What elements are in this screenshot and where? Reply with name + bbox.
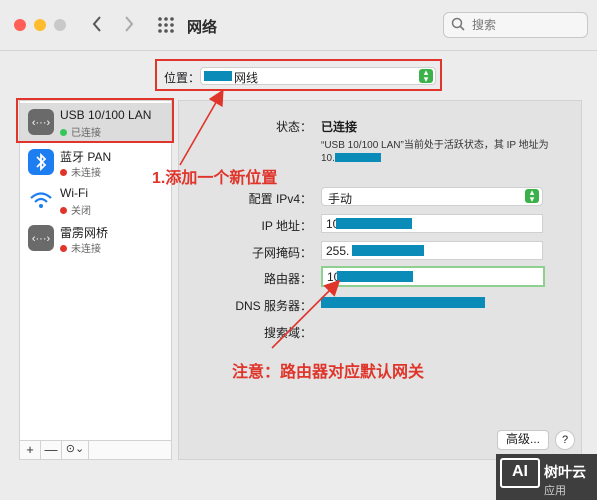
watermark-subtext: 应用 (544, 485, 566, 497)
annotation-step1: 1.添加一个新位置 (152, 170, 278, 187)
watermark-logo: AI (500, 458, 540, 488)
watermark: AI 树叶云 应用 (496, 454, 597, 500)
annotation-router-note: 注意：路由器对应默认网关 (232, 364, 425, 381)
network-preferences-window: 网络 位置： 网线 ▴▾ ‹···› USB 10/100 LAN 已连接 蓝牙… (0, 0, 597, 500)
annotation-arrows (179, 89, 341, 349)
watermark-text: 树叶云 (544, 464, 586, 480)
